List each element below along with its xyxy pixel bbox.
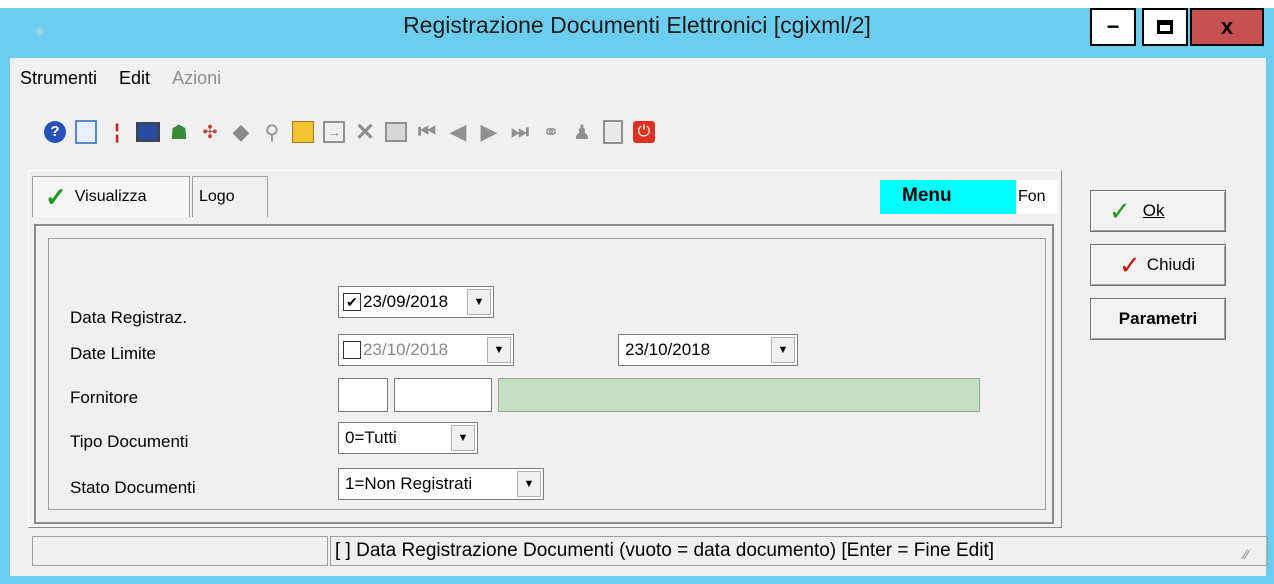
data-registraz-checkbox[interactable]: ✔ <box>343 293 361 311</box>
preview-icon[interactable] <box>71 117 101 147</box>
toolbar: ? ¦ ☗ ✣ ◆ ⚲ → ✕ ⏮ ◀ ▶ ⏭ ⚭ ♟ ⏻ <box>40 114 660 150</box>
date-limite-to-value: 23/10/2018 <box>625 340 711 359</box>
status-message: [ ] Data Registrazione Documenti (vuoto … <box>330 536 1268 566</box>
fornitore-label: Fornitore <box>70 388 139 407</box>
next-icon[interactable]: ▶ <box>474 117 504 147</box>
power-icon[interactable]: ⏻ <box>629 117 659 147</box>
folder-icon[interactable] <box>288 117 318 147</box>
close-button[interactable]: x <box>1190 8 1264 46</box>
fornitore-code1-input[interactable] <box>338 378 388 412</box>
check-icon: ✓ <box>1109 195 1131 226</box>
check-icon: ✓ <box>45 181 67 212</box>
fon-field: Fon <box>1016 180 1058 214</box>
minimize-icon: − <box>1106 14 1120 39</box>
tab-logo-label: Logo <box>199 188 235 205</box>
parametri-button[interactable]: Parametri <box>1090 298 1226 340</box>
menu-edit[interactable]: Edit <box>109 62 162 98</box>
chevron-down-icon[interactable]: ▼ <box>517 471 541 497</box>
stato-documenti-label: Stato Documenti <box>70 478 196 497</box>
check-icon: ✓ <box>1119 249 1141 280</box>
tipo-documenti-label: Tipo Documenti <box>70 432 189 451</box>
status-panel-left <box>32 536 328 566</box>
resize-grip-icon[interactable]: ⁄⁄ <box>1244 546 1249 562</box>
help-icon[interactable]: ? <box>40 117 70 147</box>
monitor-icon[interactable] <box>133 117 163 147</box>
last-icon[interactable]: ⏭ <box>505 117 535 147</box>
date-limite-from-picker[interactable]: 23/10/2018 ▼ <box>338 334 514 366</box>
data-registraz-picker[interactable]: ✔ 23/09/2018 ▼ <box>338 286 494 318</box>
parametri-button-label: Parametri <box>1118 309 1198 328</box>
grid-icon[interactable] <box>381 117 411 147</box>
chevron-down-icon[interactable]: ▼ <box>771 337 795 363</box>
filter-group-inner <box>48 238 1046 510</box>
delete-icon[interactable]: ✕ <box>350 117 380 147</box>
menu-label: Menu <box>880 180 1016 214</box>
date-limite-label: Date Limite <box>70 344 156 363</box>
window-title: Registrazione Documenti Elettronici [cgi… <box>403 12 871 38</box>
tab-logo[interactable]: Logo <box>192 176 268 217</box>
link-icon[interactable]: ⚭ <box>536 117 566 147</box>
chiudi-button[interactable]: ✓ Chiudi <box>1090 244 1226 286</box>
stamp-icon[interactable]: ♟ <box>567 117 597 147</box>
network-icon[interactable]: ✣ <box>195 117 225 147</box>
chevron-down-icon[interactable]: ▼ <box>487 337 511 363</box>
close-icon: x <box>1220 14 1234 39</box>
ok-button-label: Ok <box>1142 201 1165 220</box>
data-registraz-label: Data Registraz. <box>70 308 188 327</box>
diamond-icon[interactable]: ◆ <box>226 117 256 147</box>
tab-visualizza-label: Visualizza <box>74 188 147 205</box>
chevron-down-icon[interactable]: ▼ <box>467 289 491 315</box>
fornitore-name-field <box>498 378 980 412</box>
menu-strumenti[interactable]: Strumenti <box>10 62 109 98</box>
chevron-down-icon[interactable]: ▼ <box>451 425 475 451</box>
date-limite-from-value: 23/10/2018 <box>363 340 449 359</box>
import-icon[interactable]: → <box>319 117 349 147</box>
menu-bar: Strumenti Edit Azioni <box>10 62 233 98</box>
menu-azioni[interactable]: Azioni <box>162 62 233 98</box>
tipo-documenti-value: 0=Tutti <box>345 428 397 447</box>
key-icon[interactable]: ⚲ <box>257 117 287 147</box>
prev-icon[interactable]: ◀ <box>443 117 473 147</box>
ok-button[interactable]: ✓ Ok <box>1090 190 1226 232</box>
maximize-icon <box>1157 20 1173 34</box>
maximize-button[interactable] <box>1142 8 1188 46</box>
minimize-button[interactable]: − <box>1090 8 1136 46</box>
data-registraz-value: 23/09/2018 <box>363 292 449 311</box>
date-limite-checkbox[interactable] <box>343 341 361 359</box>
document-icon[interactable] <box>598 117 628 147</box>
first-icon[interactable]: ⏮ <box>412 117 442 147</box>
users-icon[interactable]: ☗ <box>164 117 194 147</box>
fornitore-code2-input[interactable] <box>394 378 492 412</box>
chiudi-button-label: Chiudi <box>1146 255 1195 274</box>
tipo-documenti-select[interactable]: 0=Tutti ▼ <box>338 422 478 454</box>
date-limite-to-picker[interactable]: 23/10/2018 ▼ <box>618 334 798 366</box>
stato-documenti-select[interactable]: 1=Non Registrati ▼ <box>338 468 544 500</box>
stato-documenti-value: 1=Non Registrati <box>345 474 473 493</box>
tab-visualizza[interactable]: ✓ Visualizza <box>32 176 190 217</box>
marker-icon[interactable]: ¦ <box>102 117 132 147</box>
